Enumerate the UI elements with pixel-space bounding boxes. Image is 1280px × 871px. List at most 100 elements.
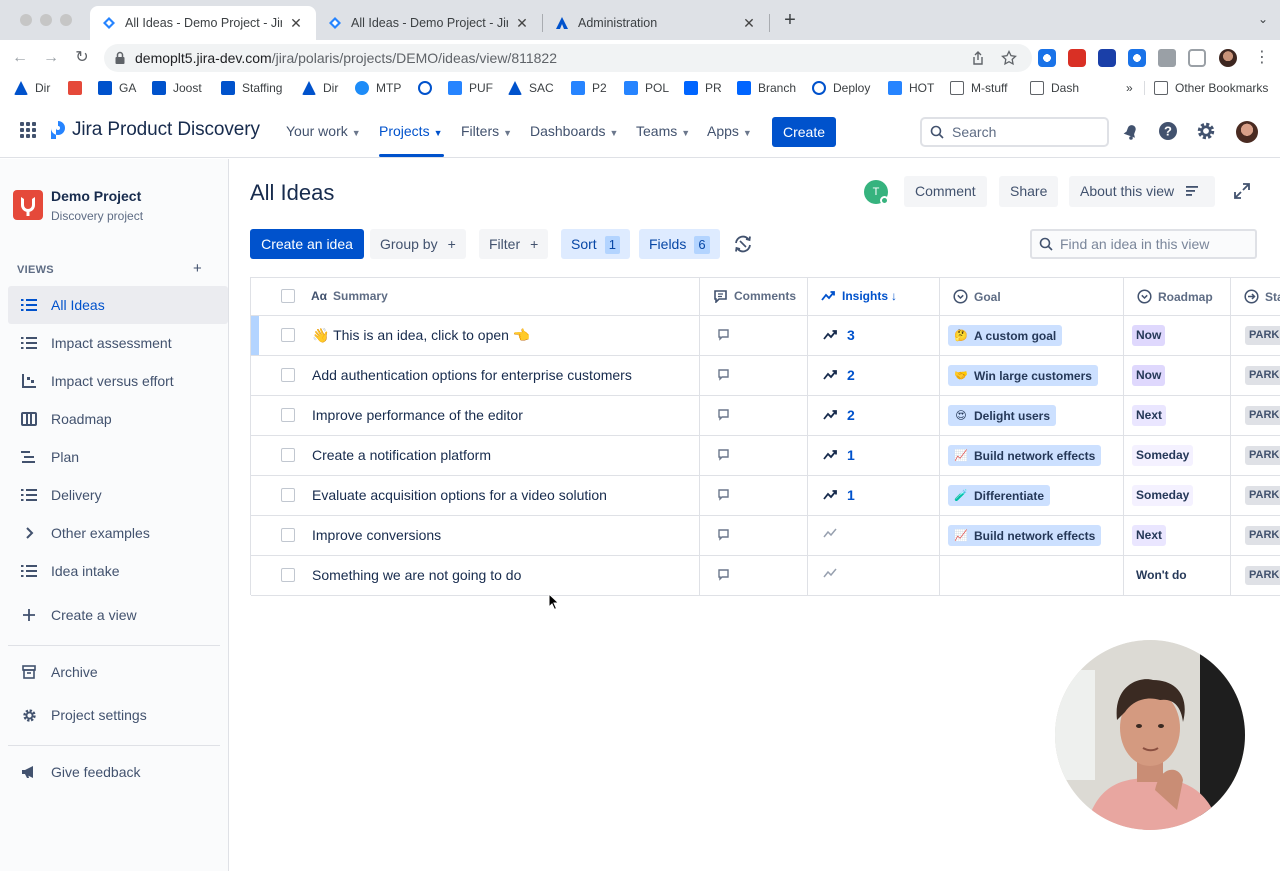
- fields-button[interactable]: Fields 6: [639, 229, 720, 259]
- row-checkbox[interactable]: [281, 408, 295, 422]
- goal-tag[interactable]: 🤔 A custom goal: [948, 325, 1063, 346]
- comment-count-icon[interactable]: [716, 528, 730, 547]
- column-header-goal[interactable]: Goal: [953, 289, 1001, 304]
- bookmark-item[interactable]: Dir: [14, 79, 50, 97]
- goal-tag[interactable]: 📈 Build network effects: [948, 525, 1102, 546]
- status-lozenge[interactable]: PARKED: [1245, 526, 1280, 545]
- nav-apps[interactable]: Apps ▼: [707, 123, 752, 139]
- idea-summary[interactable]: Improve performance of the editor: [312, 407, 523, 423]
- add-view-button[interactable]: +: [193, 260, 202, 277]
- bookmark-item[interactable]: [418, 79, 439, 97]
- give-feedback-button[interactable]: Give feedback: [8, 753, 228, 791]
- bookmark-item[interactable]: PR: [684, 79, 722, 97]
- idea-summary[interactable]: Create a notification platform: [312, 447, 491, 463]
- bookmark-item[interactable]: SAC: [508, 79, 554, 97]
- other-bookmarks[interactable]: Other Bookmarks: [1154, 79, 1268, 97]
- sort-button[interactable]: Sort 1: [561, 229, 630, 259]
- create-button[interactable]: Create: [772, 117, 836, 147]
- roadmap-tag[interactable]: Now: [1132, 325, 1166, 346]
- bookmark-item[interactable]: GA: [98, 79, 136, 97]
- row-checkbox[interactable]: [281, 568, 295, 582]
- forward-button[interactable]: →: [41, 48, 61, 68]
- sidebar-item-plan[interactable]: Plan: [8, 438, 228, 476]
- nav-projects[interactable]: Projects ▼: [379, 123, 443, 139]
- goal-tag[interactable]: 🧪 Differentiate: [948, 485, 1051, 506]
- bookmark-item[interactable]: [68, 79, 89, 97]
- bookmark-item[interactable]: Dir: [302, 79, 338, 97]
- column-header-status[interactable]: Sta: [1244, 289, 1280, 304]
- global-search-input[interactable]: Search: [920, 117, 1109, 147]
- roadmap-tag[interactable]: Someday: [1132, 485, 1194, 506]
- share-button[interactable]: Share: [999, 176, 1059, 207]
- insights-cell[interactable]: 3: [823, 327, 855, 343]
- window-minimize-button[interactable]: [40, 14, 52, 26]
- back-button[interactable]: ←: [10, 48, 30, 68]
- row-checkbox[interactable]: [281, 368, 295, 382]
- table-row[interactable]: Something we are not going to do Won't d…: [251, 556, 1280, 596]
- side-panel-icon[interactable]: [1188, 49, 1206, 67]
- comment-count-icon[interactable]: [716, 448, 730, 467]
- bookmark-star-icon[interactable]: [1001, 50, 1017, 66]
- idea-summary[interactable]: 👋 This is an idea, click to open 👈: [312, 327, 530, 344]
- bookmarks-overflow-button[interactable]: »: [1126, 79, 1133, 97]
- insights-cell[interactable]: [823, 527, 847, 539]
- puzzle-extensions-icon[interactable]: [1158, 49, 1176, 67]
- create-view-button[interactable]: Create a view: [8, 596, 228, 634]
- row-checkbox[interactable]: [281, 528, 295, 542]
- roadmap-tag[interactable]: Now: [1132, 365, 1166, 386]
- goal-tag[interactable]: 🤝 Win large customers: [948, 365, 1098, 386]
- status-lozenge[interactable]: PARKED: [1245, 566, 1280, 585]
- help-icon[interactable]: ?: [1158, 121, 1178, 141]
- share-page-icon[interactable]: [970, 50, 986, 66]
- insights-cell[interactable]: 1: [823, 487, 855, 503]
- table-row[interactable]: Evaluate acquisition options for a video…: [251, 476, 1280, 516]
- about-view-button[interactable]: About this view: [1069, 176, 1215, 207]
- nav-dashboards[interactable]: Dashboards ▼: [530, 123, 618, 139]
- bookmark-item[interactable]: POL: [624, 79, 669, 97]
- idea-summary[interactable]: Something we are not going to do: [312, 567, 521, 583]
- nav-teams[interactable]: Teams ▼: [636, 123, 690, 139]
- status-lozenge[interactable]: PARKED: [1245, 406, 1280, 425]
- insights-cell[interactable]: 2: [823, 407, 855, 423]
- bookmark-item[interactable]: P2: [571, 79, 607, 97]
- browser-tab-2[interactable]: All Ideas - Demo Project - Jira ✕: [316, 6, 542, 40]
- user-avatar[interactable]: [1236, 121, 1258, 143]
- profile-avatar[interactable]: [1219, 49, 1237, 67]
- extension-icon[interactable]: [1068, 49, 1086, 67]
- sidebar-item-idea-intake[interactable]: Idea intake: [8, 552, 228, 590]
- browser-tab-3[interactable]: Administration ✕: [543, 6, 769, 40]
- bookmark-item[interactable]: Joost: [152, 79, 202, 97]
- bookmark-item[interactable]: HOT: [888, 79, 934, 97]
- settings-gear-icon[interactable]: [1196, 121, 1216, 141]
- roadmap-tag[interactable]: Next: [1132, 405, 1167, 426]
- row-checkbox[interactable]: [281, 448, 295, 462]
- status-lozenge[interactable]: PARKED: [1245, 446, 1280, 465]
- idea-summary[interactable]: Add authentication options for enterpris…: [312, 367, 632, 383]
- table-row[interactable]: Add authentication options for enterpris…: [251, 356, 1280, 396]
- status-lozenge[interactable]: PARKED: [1245, 486, 1280, 505]
- extension-icon[interactable]: [1038, 49, 1056, 67]
- comment-count-icon[interactable]: [716, 488, 730, 507]
- status-lozenge[interactable]: PARKED: [1245, 366, 1280, 385]
- sidebar-item-delivery[interactable]: Delivery: [8, 476, 228, 514]
- roadmap-tag[interactable]: Won't do: [1132, 565, 1191, 586]
- app-switcher-icon[interactable]: [20, 122, 36, 138]
- comment-button[interactable]: Comment: [904, 176, 987, 207]
- reload-button[interactable]: ↻: [72, 48, 92, 68]
- row-checkbox[interactable]: [281, 328, 295, 342]
- roadmap-tag[interactable]: Next: [1132, 525, 1167, 546]
- address-bar[interactable]: demoplt5.jira-dev.com/jira/polaris/proje…: [104, 44, 1032, 72]
- sidebar-item-other-examples[interactable]: Other examples: [8, 514, 228, 552]
- comment-count-icon[interactable]: [716, 368, 730, 387]
- sidebar-item-roadmap[interactable]: Roadmap: [8, 400, 228, 438]
- goal-tag[interactable]: 😍 Delight users: [948, 405, 1057, 426]
- close-tab-icon[interactable]: ✕: [741, 15, 757, 32]
- table-row[interactable]: 👋 This is an idea, click to open 👈 3 🤔 A …: [251, 316, 1280, 356]
- sidebar-item-all-ideas[interactable]: All Ideas: [8, 286, 228, 324]
- browser-menu-icon[interactable]: ⋮: [1252, 48, 1272, 68]
- idea-summary[interactable]: Improve conversions: [312, 527, 441, 543]
- sidebar-item-impact-versus-effort[interactable]: Impact versus effort: [8, 362, 228, 400]
- product-logo[interactable]: Jira Product Discovery: [50, 119, 260, 141]
- roadmap-tag[interactable]: Someday: [1132, 445, 1194, 466]
- browser-tab-1[interactable]: All Ideas - Demo Project - Jira ✕: [90, 6, 316, 40]
